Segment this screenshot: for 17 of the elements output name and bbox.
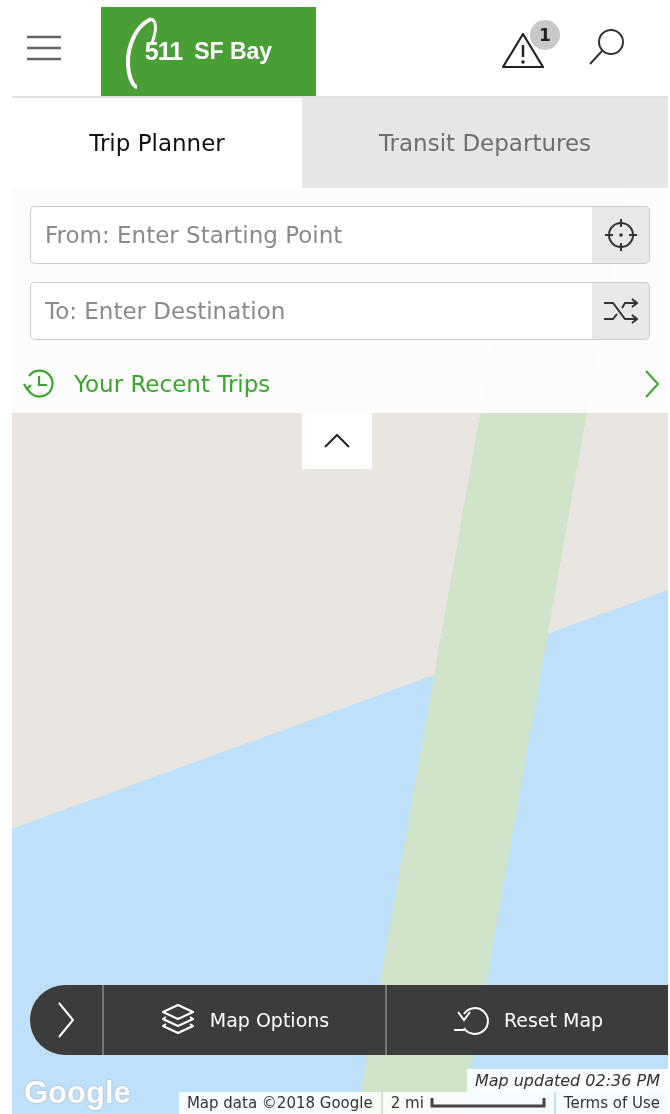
history-icon	[22, 367, 56, 401]
tab[interactable]: Transit Departures	[302, 98, 668, 188]
chevron-right-icon	[644, 369, 660, 399]
logo-text: SF Bay	[194, 38, 273, 65]
scale-bar-icon	[429, 1098, 546, 1108]
reset-icon	[451, 1004, 490, 1036]
terms-of-use-link[interactable]: Terms of Use	[555, 1092, 668, 1114]
map-toolbar-button[interactable]: Map Options	[104, 985, 385, 1055]
map-attribution: Map data ©2018 Google	[178, 1092, 381, 1114]
map-scale: 2 mi	[382, 1092, 554, 1114]
map-updated-time: Map updated 02:36 PM	[466, 1069, 668, 1092]
logo-number: 511	[144, 37, 183, 66]
alert-count-badge: 1	[530, 20, 560, 50]
chevron-right-icon	[56, 1000, 76, 1040]
chevron-up-icon	[323, 433, 351, 449]
map-toolbar-button[interactable]: Reset Map	[385, 985, 668, 1055]
google-logo: Google	[24, 1076, 131, 1110]
